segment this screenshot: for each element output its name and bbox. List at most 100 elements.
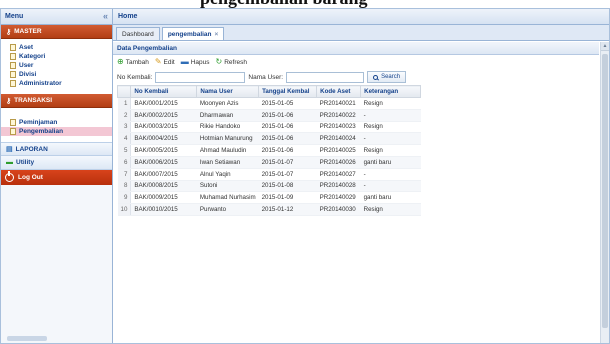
row-number: 10 — [117, 203, 132, 216]
delete-icon: ▬ — [180, 57, 189, 66]
scroll-up-icon[interactable]: ▲ — [601, 42, 609, 51]
file-icon — [10, 44, 16, 51]
cell-tanggal: 2015-01-07 — [258, 156, 317, 169]
table-row[interactable]: 2 BAK/0002/2015 Dharmawan 2015-01-06 PR20140… — [117, 109, 421, 122]
sidebar-item-label: User — [19, 62, 34, 69]
cell-tanggal: 2015-01-05 — [258, 97, 317, 110]
section-utility[interactable]: ▬ Utility — [1, 156, 112, 170]
power-icon — [5, 171, 14, 182]
column-header[interactable]: Keterangan — [360, 85, 422, 98]
add-button[interactable]: ⊕ Tambah — [117, 58, 149, 66]
cell-nama-user: Sutoni — [196, 180, 259, 193]
vertical-scrollbar[interactable]: ▲ — [600, 42, 609, 343]
no-kembali-input[interactable] — [155, 71, 246, 83]
row-number: 6 — [117, 156, 132, 169]
sidebar-item-administrator[interactable]: Administrator — [1, 79, 112, 88]
cell-nama-user: Ahmad Mauludin — [196, 144, 259, 157]
cell-kode-aset: PR20140022 — [316, 109, 361, 122]
cell-keterangan: Resign — [360, 144, 421, 157]
cell-tanggal: 2015-01-06 — [258, 109, 317, 122]
cell-nama-user: Hotmian Manurung — [196, 132, 259, 146]
sidebar-item-user[interactable]: User — [1, 61, 112, 70]
table-row[interactable]: 7 BAK/0007/2015 Alnul Yaqin 2015-01-07 PR201… — [117, 168, 421, 181]
table-header-row: No Kembali Nama User Tanggal Kembal Kode… — [116, 85, 422, 98]
refresh-label: Refresh — [224, 58, 247, 66]
cell-nama-user: Dharmawan — [196, 109, 259, 122]
cell-no-kembali: BAK/0002/2015 — [130, 109, 197, 122]
cell-no-kembali: BAK/0005/2015 — [130, 144, 197, 157]
table-row[interactable]: 4 BAK/0004/2015 Hotmian Manurung 2015-01-06… — [117, 132, 421, 146]
search-button[interactable]: Search — [367, 71, 407, 83]
cell-tanggal: 2015-01-12 — [258, 203, 317, 216]
cell-kode-aset: PR20140027 — [316, 168, 361, 181]
close-icon[interactable]: × — [215, 31, 219, 38]
table-row[interactable]: 3 BAK/0003/2015 Rikie Handoko 2015-01-06 PR2… — [117, 121, 421, 134]
cell-keterangan: - — [360, 109, 421, 122]
table-row[interactable]: 5 BAK/0005/2015 Ahmad Mauludin 2015-01-06 PR… — [117, 144, 421, 157]
tab-pengembalian[interactable]: pengembalian × — [161, 27, 225, 40]
utility-icon: ▬ — [6, 159, 13, 166]
cell-kode-aset: PR20140025 — [316, 144, 361, 157]
column-header[interactable]: Kode Aset — [316, 85, 362, 98]
cell-tanggal: 2015-01-06 — [258, 144, 317, 157]
sidebar-item-pengembalian[interactable]: Pengembalian — [1, 127, 112, 136]
cell-kode-aset: PR20140026 — [316, 156, 361, 169]
sidebar-item-kategori[interactable]: Kategori — [1, 52, 112, 61]
file-icon — [10, 80, 16, 87]
add-icon: ⊕ — [117, 57, 124, 66]
edit-button[interactable]: ✎ Edit — [155, 58, 175, 66]
sidebar-header: Menu « — [1, 9, 112, 25]
cell-kode-aset: PR20140021 — [316, 97, 361, 110]
section-transaksi[interactable]: ⚷ TRANSAKSI — [1, 94, 112, 108]
cell-tanggal: 2015-01-09 — [258, 191, 317, 205]
row-number: 1 — [117, 97, 132, 110]
cell-kode-aset: PR20140023 — [316, 121, 361, 134]
sidebar-item-peminjaman[interactable]: Peminjaman — [1, 118, 112, 127]
sidebar-scroll-indicator[interactable] — [7, 336, 47, 341]
sidebar-item-label: Administrator — [19, 80, 62, 87]
sidebar-item-divisi[interactable]: Divisi — [1, 70, 112, 79]
refresh-button[interactable]: ↻ Refresh — [216, 58, 247, 66]
caption-strip: pengembalian barang — [0, 0, 610, 8]
cell-keterangan: - — [360, 132, 421, 146]
section-master-label: MASTER — [14, 28, 42, 35]
table-row[interactable]: 10 BAK/0010/2015 Purwanto 2015-01-12 PR20140… — [117, 203, 421, 216]
no-kembali-label: No Kembali: — [117, 73, 153, 81]
table-row[interactable]: 8 BAK/0008/2015 Sutoni 2015-01-08 PR20140028… — [117, 180, 421, 193]
column-header[interactable]: Nama User — [196, 85, 260, 98]
nama-user-input[interactable] — [286, 71, 365, 83]
table-row[interactable]: 1 BAK/0001/2015 Moonyen Azis 2015-01-05 PR20… — [117, 97, 421, 110]
cell-kode-aset: PR20140028 — [316, 180, 361, 193]
sidebar-item-aset[interactable]: Aset — [1, 43, 112, 52]
collapse-icon[interactable]: « — [103, 12, 108, 21]
sidebar-item-label: Pengembalian — [19, 128, 64, 135]
column-header[interactable]: No Kembali — [130, 85, 198, 98]
cell-keterangan: ganti baru — [360, 191, 421, 205]
key-icon: ⚷ — [6, 97, 12, 105]
pencil-icon: ✎ — [154, 57, 162, 66]
table-row[interactable]: 6 BAK/0006/2015 Iwan Setiawan 2015-01-07 PR2… — [117, 156, 421, 169]
cell-nama-user: Moonyen Azis — [196, 97, 259, 110]
table-row[interactable]: 9 BAK/0009/2015 Muhamad Nurhasim 2015-01-09… — [117, 191, 421, 205]
logout-label: Log Out — [18, 174, 43, 181]
grid-title: Data Pengembalian — [113, 42, 599, 55]
nama-user-label: Nama User: — [248, 73, 284, 81]
scrollbar-thumb[interactable] — [602, 54, 608, 328]
section-master[interactable]: ⚷ MASTER — [1, 25, 112, 39]
row-number: 9 — [117, 191, 132, 205]
edit-label: Edit — [163, 58, 175, 66]
cell-no-kembali: BAK/0009/2015 — [130, 191, 197, 205]
section-laporan-label: LAPORAN — [15, 145, 48, 153]
delete-button[interactable]: ▬ Hapus — [181, 58, 210, 66]
tab-dashboard[interactable]: Dashboard — [116, 27, 160, 40]
cell-nama-user: Rikie Handoko — [196, 121, 259, 134]
search-bar: No Kembali: Nama User: Search — [113, 69, 599, 85]
file-icon — [10, 119, 16, 126]
cell-keterangan: ganti baru — [360, 156, 421, 169]
column-header[interactable]: Tanggal Kembal — [258, 85, 318, 98]
cell-no-kembali: BAK/0003/2015 — [130, 121, 197, 134]
section-laporan[interactable]: ▤ LAPORAN — [1, 142, 112, 156]
cell-tanggal: 2015-01-06 — [258, 121, 317, 134]
sidebar-title: Menu — [5, 13, 24, 20]
logout-button[interactable]: Log Out — [1, 170, 112, 185]
